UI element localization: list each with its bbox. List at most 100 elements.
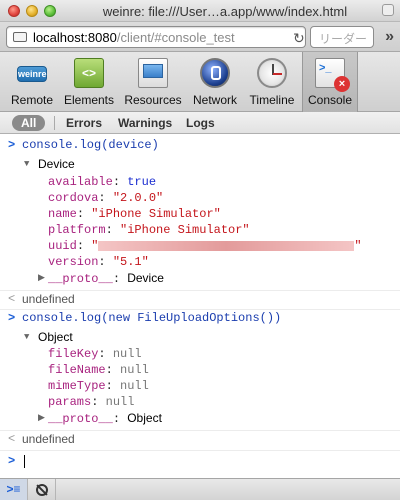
property-row: fileName: null <box>48 363 149 377</box>
property-value: Device <box>127 271 164 285</box>
object-header-row[interactable]: ▼ Device <box>0 156 400 172</box>
tab-remote[interactable]: weinre Remote <box>4 52 60 112</box>
window-title: weinre: file:///User…a.app/www/index.htm… <box>102 4 348 19</box>
prompt-icon: > <box>8 454 16 468</box>
toolbar-toggle-button[interactable] <box>382 4 394 16</box>
result-icon: < <box>8 292 16 306</box>
property-value: null <box>120 379 149 393</box>
tab-elements[interactable]: <> Elements <box>60 52 118 112</box>
property-key: mimeType <box>48 379 106 393</box>
console-command-row: > console.log(new FileUploadOptions()) <box>0 309 400 327</box>
property-value: null <box>120 363 149 377</box>
filter-errors-button[interactable]: Errors <box>66 116 102 130</box>
console-input-row[interactable]: > <box>0 450 400 470</box>
property-row: platform: "iPhone Simulator" <box>48 223 250 237</box>
tab-elements-label: Elements <box>63 93 115 107</box>
property-key: fileName <box>48 363 106 377</box>
console-filter-bar: All Errors Warnings Logs <box>0 112 400 134</box>
reload-icon[interactable]: ↻ <box>293 30 305 47</box>
url-path: /client/#console_test <box>116 30 235 45</box>
property-value-open: " <box>91 239 99 253</box>
console-result-row: < undefined <box>0 290 400 308</box>
overflow-chevron-icon[interactable]: » <box>385 28 394 46</box>
collapsed-triangle-icon[interactable]: ▶ <box>38 270 45 286</box>
property-row: fileKey: null <box>48 347 142 361</box>
property-key: __proto__ <box>48 272 113 286</box>
property-value-close: " <box>354 239 362 253</box>
filter-warnings-button[interactable]: Warnings <box>118 116 172 130</box>
command-text: console.log(new FileUploadOptions()) <box>22 311 282 325</box>
remote-icon: weinre <box>17 66 47 82</box>
result-text: undefined <box>22 292 75 306</box>
minimize-window-button[interactable] <box>26 5 38 17</box>
property-row: available: true <box>48 175 157 189</box>
prompt-icon: > <box>8 311 16 325</box>
elements-icon: <> <box>74 58 104 88</box>
object-name: Device <box>38 157 75 171</box>
tab-resources[interactable]: Resources <box>120 52 186 112</box>
property-key: cordova <box>48 191 99 205</box>
property-row: cordova: "2.0.0" <box>48 191 164 205</box>
proto-row[interactable]: ▶ __proto__: Device <box>0 270 400 286</box>
property-row: uuid: " " <box>48 239 362 253</box>
address-bar: localhost:8080/client/#console_test ↻ リー… <box>0 22 400 52</box>
inspector-toolbar: weinre Remote <> Elements Resources Netw… <box>0 52 400 112</box>
property-value: "2.0.0" <box>112 191 164 205</box>
tab-remote-label: Remote <box>10 93 54 107</box>
url-host: localhost:8080 <box>33 30 117 45</box>
result-text: undefined <box>22 432 75 446</box>
property-key: platform <box>48 223 106 237</box>
object-header-row[interactable]: ▼ Object <box>0 329 400 345</box>
property-key: name <box>48 207 77 221</box>
tab-network-label: Network <box>192 93 237 107</box>
tab-timeline[interactable]: Timeline <box>244 52 300 112</box>
property-key: version <box>48 255 99 269</box>
command-text: console.log(device) <box>22 138 159 152</box>
console-result-row: < undefined <box>0 430 400 448</box>
close-window-button[interactable] <box>8 5 20 17</box>
prompt-icon: > <box>8 138 16 152</box>
resources-icon <box>138 58 168 88</box>
property-key: uuid <box>48 239 77 253</box>
property-key: fileKey <box>48 347 99 361</box>
window-titlebar: weinre: file:///User…a.app/www/index.htm… <box>0 0 400 22</box>
property-value: true <box>127 175 157 189</box>
console-icon: >_ × <box>315 58 350 92</box>
text-caret <box>24 455 25 468</box>
collapsed-triangle-icon[interactable]: ▶ <box>38 410 45 426</box>
property-key: params <box>48 395 92 409</box>
property-value: null <box>112 347 142 361</box>
timeline-icon <box>257 58 287 88</box>
url-text[interactable]: localhost:8080/client/#console_test <box>33 30 235 45</box>
tab-resources-label: Resources <box>124 93 182 107</box>
property-row: mimeType: null <box>48 379 149 393</box>
network-icon <box>200 58 230 88</box>
property-row: version: "5.1" <box>48 255 149 269</box>
show-console-button[interactable]: >≡ <box>0 479 28 500</box>
console-status-bar: >≡ <box>0 478 400 500</box>
tab-timeline-label: Timeline <box>249 93 295 107</box>
property-value: Object <box>127 411 162 425</box>
result-icon: < <box>8 432 16 446</box>
site-icon <box>13 32 27 42</box>
proto-row[interactable]: ▶ __proto__: Object <box>0 410 400 426</box>
expanded-triangle-icon[interactable]: ▼ <box>24 329 29 345</box>
filter-logs-button[interactable]: Logs <box>186 116 215 130</box>
tab-network[interactable]: Network <box>188 52 242 112</box>
console-command-row: > console.log(device) <box>0 137 400 153</box>
expanded-triangle-icon[interactable]: ▼ <box>24 156 29 172</box>
property-value: null <box>105 395 135 409</box>
filter-all-button[interactable]: All <box>12 115 46 131</box>
console-output: > console.log(device) ▼ Device available… <box>0 134 400 478</box>
tab-console[interactable]: >_ × Console <box>302 52 358 112</box>
clear-console-icon[interactable] <box>28 479 56 500</box>
reader-button[interactable]: リーダー <box>310 26 374 48</box>
property-value: "5.1" <box>112 255 149 269</box>
redacted-uuid <box>98 240 355 251</box>
object-name: Object <box>38 330 73 344</box>
url-field[interactable]: localhost:8080/client/#console_test ↻ <box>6 26 306 48</box>
property-key: available <box>48 175 113 189</box>
zoom-window-button[interactable] <box>44 5 56 17</box>
tab-console-label: Console <box>307 93 353 107</box>
property-row: name: "iPhone Simulator" <box>48 207 221 221</box>
